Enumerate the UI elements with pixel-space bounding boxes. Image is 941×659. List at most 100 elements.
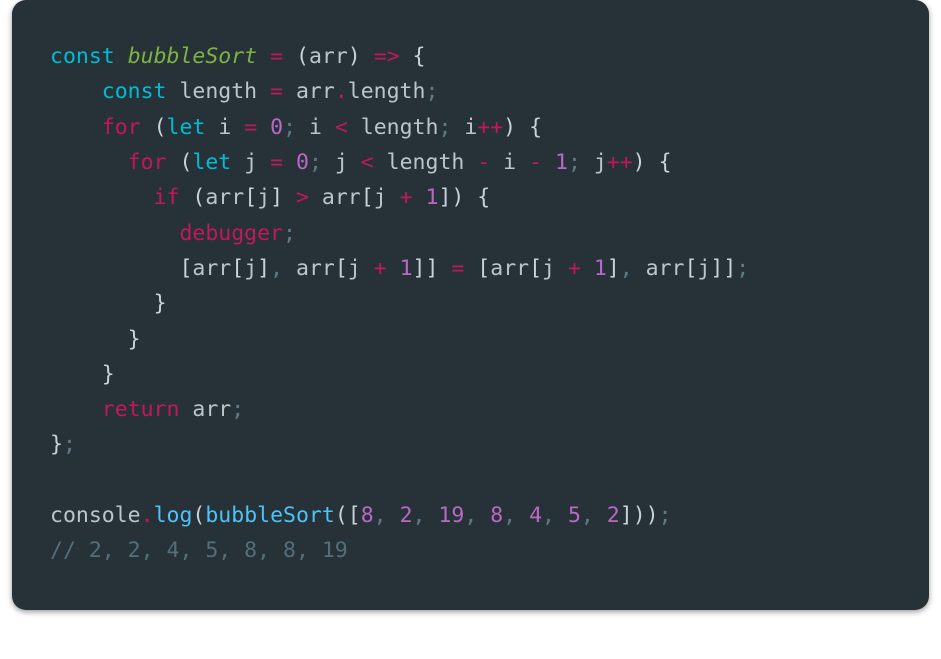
code-token: { [659,150,672,175]
code-token: { [529,115,542,140]
code-token: ])) [620,503,659,528]
code-token [464,256,477,281]
code-token: let [167,115,206,140]
code-token: 1 [594,256,607,281]
code-token: = [270,79,283,104]
code-token [413,185,426,210]
code-token: length [167,79,271,104]
code-token: , [503,503,516,528]
code-token: arr [205,185,244,210]
code-token: - [477,150,490,175]
code-token: ++ [607,150,633,175]
code-token [555,503,568,528]
code-token [542,150,555,175]
code-token [283,150,296,175]
code-token [257,44,270,69]
code-token [581,256,594,281]
code-token: ++ [477,115,503,140]
code-token: if [154,185,180,210]
code-token: ( [179,150,192,175]
code-panel: const bubbleSort = (arr) => { const leng… [12,0,929,610]
code-token [425,503,438,528]
code-token: 0 [296,150,309,175]
code-token: } [50,432,63,457]
code-token: arr [179,397,231,422]
code-token: 8 [490,503,503,528]
code-token: + [568,256,581,281]
code-block[interactable]: const bubbleSort = (arr) => { const leng… [50,40,899,570]
code-token [141,115,154,140]
code-token: , [620,256,633,281]
code-token: , [413,503,426,528]
code-token: length [348,115,439,140]
code-token: ; [736,256,749,281]
code-token [516,115,529,140]
code-token: 1 [426,185,439,210]
code-token: 19 [438,503,464,528]
code-token: j [542,256,568,281]
code-token: j [231,150,270,175]
code-token: , [542,503,555,528]
code-token: ; [231,397,244,422]
code-token [50,221,179,246]
code-content: const bubbleSort = (arr) => { const leng… [50,44,749,563]
code-token: ] [257,256,270,281]
code-token: log [154,503,193,528]
code-token: ( [192,185,205,210]
code-token: bubbleSort [205,503,334,528]
code-token: i [296,115,335,140]
code-token: } [154,291,167,316]
code-token: 5 [568,503,581,528]
code-token: = [270,150,283,175]
code-token: // 2, 2, 4, 5, 8, 8, 19 [50,538,348,563]
code-token: . [141,503,154,528]
code-token: arr [490,256,529,281]
code-token: j [697,256,710,281]
code-token: ) [633,150,646,175]
code-token [283,44,296,69]
code-token: [ [477,256,490,281]
code-token: length [374,150,478,175]
code-token: } [128,327,141,352]
code-token: 4 [529,503,542,528]
code-token: arr [633,256,685,281]
code-token [50,115,102,140]
code-token: j [322,150,361,175]
code-token: . [335,79,348,104]
code-token: { [413,44,426,69]
code-token: arr [283,256,335,281]
code-token [50,362,102,387]
code-token: [ [179,256,192,281]
code-token: j [581,150,607,175]
code-token: ([ [335,503,361,528]
code-token: const [102,79,167,104]
code-token: j [374,185,400,210]
code-token [400,44,413,69]
code-token: ]] [413,256,439,281]
code-token: ) [348,44,361,69]
code-token: = [270,44,283,69]
code-token: 1 [555,150,568,175]
code-token: debugger [179,221,283,246]
code-token: [ [529,256,542,281]
code-token [50,79,102,104]
code-token: 2 [607,503,620,528]
code-token: return [102,397,180,422]
code-token: for [102,115,141,140]
code-token: bubbleSort [128,44,257,69]
code-token [438,256,451,281]
code-token [50,256,179,281]
code-token: ; [659,503,672,528]
code-token [464,185,477,210]
code-token: < [335,115,348,140]
code-token: length [348,79,426,104]
code-token: ]] [710,256,736,281]
code-token: ; [438,115,451,140]
code-token [387,503,400,528]
code-token [477,503,490,528]
code-token: 8 [361,503,374,528]
code-token: 0 [270,115,283,140]
code-token: + [400,185,413,210]
code-token [257,115,270,140]
code-token: j [244,256,257,281]
